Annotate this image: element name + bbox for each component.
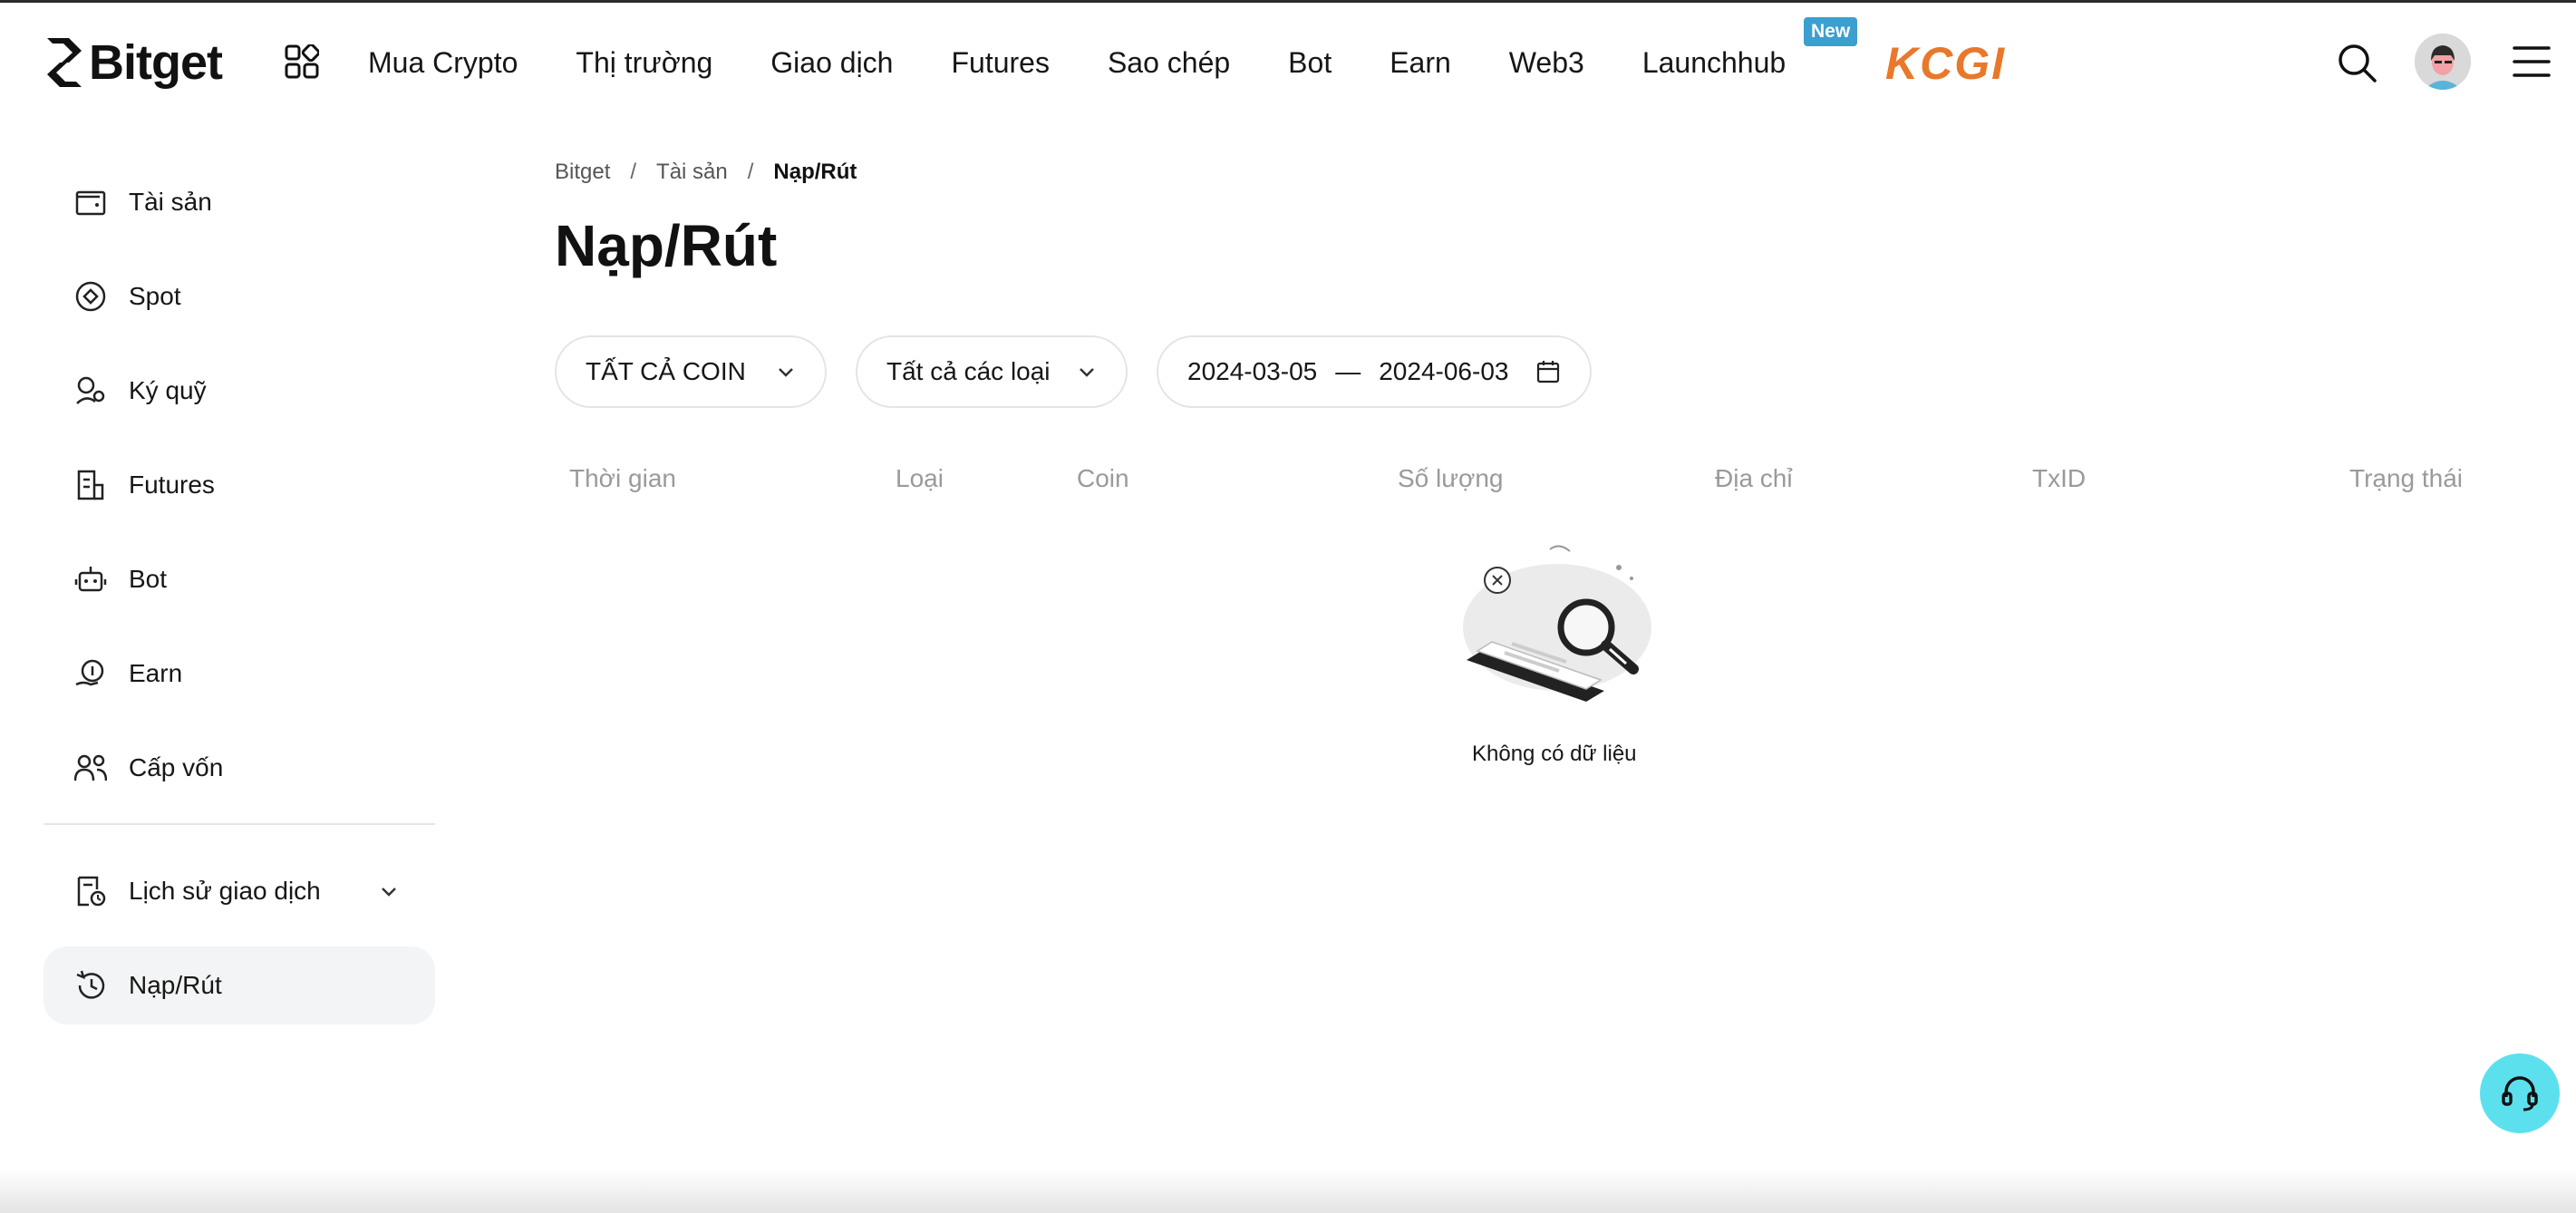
sidebar-item-label: Nạp/Rút xyxy=(129,971,222,999)
user-avatar-icon xyxy=(2415,34,2471,90)
date-separator: — xyxy=(1335,357,1361,385)
sidebar-item-assets[interactable]: Tài sản xyxy=(44,163,435,241)
earn-icon xyxy=(75,659,104,686)
robot-icon xyxy=(74,567,107,592)
col-status: Trạng thái xyxy=(2349,464,2464,492)
sidebar-item-deposit-withdraw[interactable]: Nạp/Rút xyxy=(44,946,435,1024)
calendar-icon[interactable] xyxy=(1535,359,1561,384)
nav-buy-crypto[interactable]: Mua Crypto xyxy=(368,46,518,80)
empty-state-text: Không có dữ liệu xyxy=(1472,742,1637,766)
nav-trade[interactable]: Giao dịch xyxy=(770,46,893,80)
breadcrumb: Bitget / Tài sản / Nạp/Rút xyxy=(555,160,857,185)
sidebar-item-label: Earn xyxy=(129,659,183,687)
nav-copy-trading[interactable]: Sao chép xyxy=(1108,46,1230,80)
nav-web3[interactable]: Web3 xyxy=(1509,46,1584,80)
nav-earn[interactable]: Earn xyxy=(1390,46,1451,80)
sidebar: Tài sản Spot Ký quỹ Futures Bot Earn Cấp… xyxy=(44,163,435,1041)
date-start[interactable]: 2024-03-05 xyxy=(1187,357,1317,386)
breadcrumb-separator: / xyxy=(630,160,637,184)
date-end[interactable]: 2024-06-03 xyxy=(1379,357,1508,386)
wallet-icon xyxy=(75,190,106,216)
col-type: Loại xyxy=(896,464,944,492)
nav-bot[interactable]: Bot xyxy=(1288,46,1332,80)
col-amount: Số lượng xyxy=(1398,464,1504,492)
table-header: Thời gian Loại Coin Số lượng Địa chỉ TxI… xyxy=(555,464,2476,497)
kcgi-promo-logo[interactable]: KCGI xyxy=(1885,37,2006,90)
search-icon[interactable] xyxy=(2335,41,2378,84)
futures-icon xyxy=(77,470,104,500)
breadcrumb-item-bitget[interactable]: Bitget xyxy=(555,160,610,185)
brand-name: Bitget xyxy=(89,35,223,90)
sidebar-item-spot[interactable]: Spot xyxy=(44,257,435,335)
spot-icon xyxy=(75,281,106,312)
bitget-logo-icon xyxy=(47,38,82,87)
bitget-logo[interactable]: Bitget xyxy=(42,30,223,95)
history-doc-icon xyxy=(77,876,106,907)
col-coin: Coin xyxy=(1077,464,1129,492)
breadcrumb-separator: / xyxy=(747,160,754,184)
col-txid: TxID xyxy=(2032,464,2087,492)
sidebar-item-label: Lịch sử giao dịch xyxy=(129,877,321,905)
page-title: Nạp/Rút xyxy=(555,213,778,278)
sidebar-item-label: Tài sản xyxy=(129,188,212,216)
chevron-down-icon xyxy=(382,888,396,897)
customer-support-button[interactable] xyxy=(2480,1053,2560,1133)
margin-icon xyxy=(76,376,105,404)
main-nav: Mua Crypto Thị trường Giao dịch Futures … xyxy=(368,37,1786,88)
new-badge: New xyxy=(1804,17,1858,46)
type-filter-select[interactable]: Tất cả các loại xyxy=(856,335,1128,408)
funding-icon xyxy=(74,754,107,781)
hamburger-menu-icon[interactable] xyxy=(2513,43,2551,81)
chevron-down-icon xyxy=(779,368,793,377)
sidebar-item-label: Ký quỹ xyxy=(129,376,207,404)
chevron-down-icon xyxy=(1080,368,1094,377)
window-bottom-shadow xyxy=(0,1169,2576,1213)
col-address: Địa chỉ xyxy=(1715,464,1793,492)
empty-state-illustration xyxy=(1463,545,1651,702)
sidebar-item-funding[interactable]: Cấp vốn xyxy=(44,729,435,807)
nav-futures[interactable]: Futures xyxy=(951,46,1049,80)
sidebar-item-bot[interactable]: Bot xyxy=(44,540,435,618)
nav-launchhub[interactable]: Launchhub xyxy=(1642,46,1786,80)
coin-filter-value: TẤT CẢ COIN xyxy=(586,357,746,385)
breadcrumb-item-assets[interactable]: Tài sản xyxy=(656,160,728,185)
col-time: Thời gian xyxy=(569,464,676,492)
sidebar-item-label: Bot xyxy=(129,565,168,593)
headset-icon xyxy=(2502,1076,2538,1111)
avatar[interactable] xyxy=(2415,34,2471,90)
type-filter-value: Tất cả các loại xyxy=(886,357,1051,385)
top-nav-bar: Bitget Mua Crypto Thị trường Giao dịch F… xyxy=(0,3,2576,119)
sidebar-item-label: Futures xyxy=(129,471,215,499)
sidebar-item-label: Spot xyxy=(129,282,181,310)
breadcrumb-current: Nạp/Rút xyxy=(773,160,857,184)
apps-grid-icon[interactable] xyxy=(285,44,319,79)
date-range-picker[interactable]: 2024-03-05 — 2024-06-03 xyxy=(1157,335,1592,408)
sidebar-item-label: Cấp vốn xyxy=(129,753,224,781)
sidebar-item-margin[interactable]: Ký quỹ xyxy=(44,352,435,430)
sidebar-item-earn[interactable]: Earn xyxy=(44,635,435,713)
sidebar-item-futures[interactable]: Futures xyxy=(44,446,435,524)
sidebar-item-trade-history[interactable]: Lịch sử giao dịch xyxy=(44,852,435,930)
sidebar-divider xyxy=(44,823,435,825)
coin-filter-select[interactable]: TẤT CẢ COIN xyxy=(555,335,827,408)
nav-markets[interactable]: Thị trường xyxy=(576,46,712,80)
history-clock-icon xyxy=(76,970,105,999)
